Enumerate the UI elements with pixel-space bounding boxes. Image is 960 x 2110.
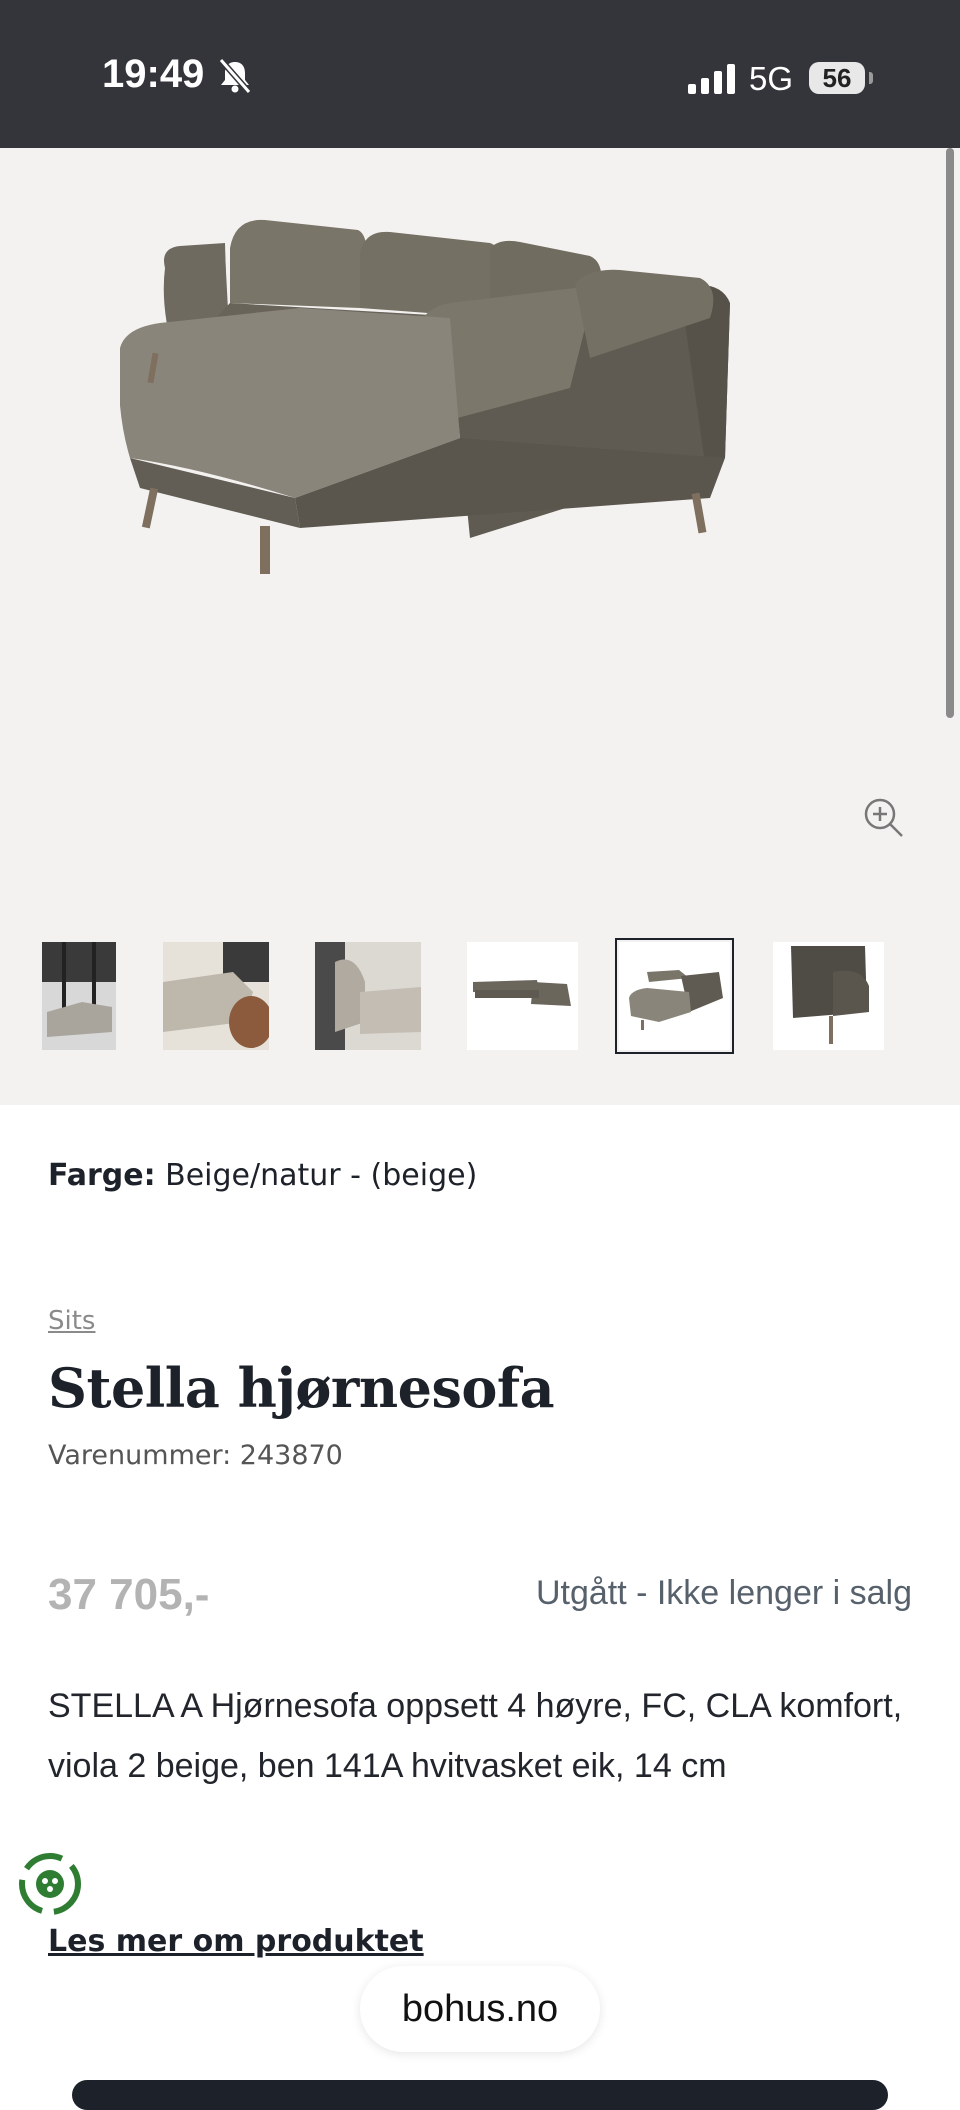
product-title: Stella hjørnesofa xyxy=(48,1356,555,1420)
product-price: 37 705,- xyxy=(48,1570,210,1619)
availability-status: Utgått - Ikke lenger i salg xyxy=(535,1574,912,1612)
color-value: Beige/natur - (beige) xyxy=(165,1158,478,1193)
category-link[interactable]: Sits xyxy=(48,1306,95,1336)
signal-icon xyxy=(688,64,735,94)
thumbnail-5-selected[interactable] xyxy=(615,938,734,1054)
thumbnail-1[interactable] xyxy=(42,942,116,1050)
thumbnail-6[interactable] xyxy=(773,942,884,1050)
network-label: 5G xyxy=(749,60,794,97)
product-gallery xyxy=(0,148,960,1105)
product-description: STELLA A Hjørnesofa oppsett 4 høyre, FC,… xyxy=(48,1687,903,1785)
status-time: 19:49 xyxy=(102,52,205,96)
product-main-image[interactable] xyxy=(120,208,840,708)
browser-url-pill[interactable]: bohus.no xyxy=(360,1966,600,2052)
battery-indicator: 56 xyxy=(809,62,865,94)
scrollbar[interactable] xyxy=(946,148,954,718)
color-selection: Farge: Beige/natur - (beige) xyxy=(48,1158,477,1193)
read-more-link[interactable]: Les mer om produktet xyxy=(48,1924,424,1959)
thumbnail-2[interactable] xyxy=(163,942,269,1050)
color-label: Farge: xyxy=(48,1158,156,1193)
recycle-icon[interactable] xyxy=(16,1850,84,1918)
bell-muted-icon xyxy=(218,58,252,94)
zoom-in-icon[interactable] xyxy=(862,796,904,838)
battery-tip xyxy=(869,72,873,84)
status-bar: 19:49 5G 56 xyxy=(0,0,960,148)
thumbnail-3[interactable] xyxy=(315,942,421,1050)
thumbnail-4[interactable] xyxy=(467,942,578,1050)
bottom-action-bar[interactable] xyxy=(72,2080,888,2110)
product-sku: Varenummer: 243870 xyxy=(48,1440,343,1471)
